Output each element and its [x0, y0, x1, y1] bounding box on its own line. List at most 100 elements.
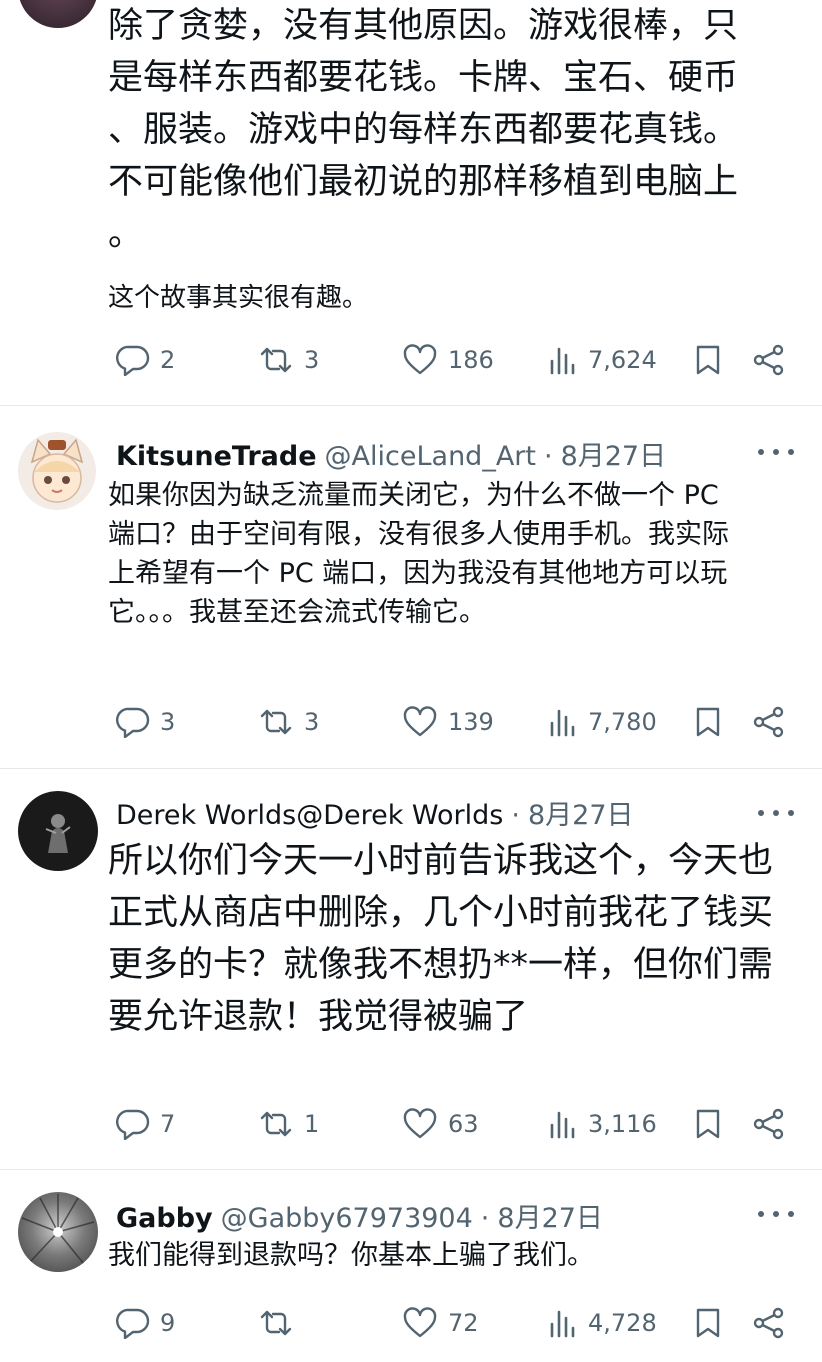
post-text-line: 正式从商店中删除，几个小时前我花了钱买 [108, 893, 774, 933]
post-text-line: 我们能得到退款吗？你基本上骗了我们。 [108, 1240, 594, 1271]
like-button[interactable]: 139 [402, 702, 494, 742]
post-text-line: 、服装。游戏中的每样东西都要花真钱。 [108, 110, 739, 150]
post-actions: 2 3 186 7,624 [0, 340, 822, 380]
reply-icon [116, 1308, 150, 1339]
views-button[interactable]: 7,624 [548, 340, 657, 380]
repost-count: 1 [304, 1110, 320, 1138]
post-text-line: 这个故事其实很有趣。 [108, 283, 369, 313]
bookmark-icon [696, 1109, 720, 1139]
repost-count: 3 [304, 346, 320, 374]
post-2: Derek Worlds @Derek Worlds · 8月27日 所以你们今… [0, 769, 822, 1169]
like-button[interactable]: 63 [402, 1104, 479, 1144]
post-date[interactable]: 8月27日 [528, 793, 634, 832]
like-count: 139 [448, 708, 494, 736]
bookmark-icon [696, 345, 720, 375]
views-count: 7,624 [588, 346, 657, 374]
post-3: Gabby @Gabby67973904 · 8月27日 我们能得到退款吗？你基… [0, 1170, 822, 1362]
separator-dot: · [511, 800, 520, 831]
reply-button[interactable]: 9 [116, 1303, 175, 1343]
more-icon-dot [773, 449, 779, 455]
reply-icon [116, 345, 150, 376]
bookmark-icon [696, 1308, 720, 1338]
bookmark-button[interactable] [694, 1303, 722, 1343]
views-icon [550, 1310, 575, 1338]
post-1: KitsuneTrade @AliceLand_Art · 8月27日 如果你因… [0, 406, 822, 768]
repost-button[interactable]: 3 [258, 340, 319, 380]
post-0: 除了贪婪，没有其他原因。游戏很棒，只 是每样东西都要花钱。卡牌、宝石、硬币 、服… [0, 0, 822, 404]
bookmark-button[interactable] [694, 1104, 722, 1144]
post-text: 所以你们今天一小时前告诉我这个，今天也 正式从商店中删除，几个小时前我花了钱买 … [108, 835, 773, 1043]
post-text-line: 更多的卡？就像我不想扔**一样，但你们需 [108, 945, 774, 985]
avatar[interactable] [18, 432, 96, 510]
share-button[interactable] [752, 340, 786, 380]
views-icon [550, 709, 575, 737]
avatar[interactable] [18, 1192, 98, 1272]
views-icon [550, 347, 575, 375]
share-button[interactable] [752, 702, 786, 742]
post-actions: 7 1 63 3,116 [0, 1104, 822, 1144]
user-handle[interactable]: @Derek Worlds [296, 800, 503, 831]
share-button[interactable] [752, 1104, 786, 1144]
avatar-photo-icon [45, 814, 71, 853]
post-header: KitsuneTrade @AliceLand_Art · 8月27日 [116, 434, 666, 473]
reply-count: 3 [160, 708, 176, 736]
more-button[interactable] [758, 442, 794, 462]
more-icon-dot [788, 810, 794, 816]
post-text-line: 除了贪婪，没有其他原因。游戏很棒，只 [108, 6, 739, 46]
like-count: 63 [448, 1110, 479, 1138]
post-header: Gabby @Gabby67973904 · 8月27日 [116, 1196, 603, 1235]
repost-button[interactable] [258, 1303, 304, 1343]
more-icon-dot [788, 449, 794, 455]
views-button[interactable]: 4,728 [548, 1303, 657, 1343]
avatar[interactable] [18, 0, 98, 28]
more-button[interactable] [758, 1204, 794, 1224]
reply-button[interactable]: 3 [116, 702, 175, 742]
reply-button[interactable]: 7 [116, 1104, 175, 1144]
reply-count: 7 [160, 1110, 176, 1138]
views-count: 3,116 [588, 1110, 657, 1138]
display-name[interactable]: Derek Worlds [116, 800, 296, 831]
like-button[interactable]: 186 [402, 340, 494, 380]
bookmark-button[interactable] [694, 340, 722, 380]
reply-icon [116, 707, 150, 738]
repost-button[interactable]: 3 [258, 702, 319, 742]
more-icon [758, 810, 764, 816]
post-actions: 3 3 139 7,780 [0, 702, 822, 742]
post-text-line: 所以你们今天一小时前告诉我这个，今天也 [108, 841, 774, 881]
bookmark-button[interactable] [694, 702, 722, 742]
share-icon [753, 706, 784, 738]
like-count: 72 [448, 1309, 479, 1337]
like-button[interactable]: 72 [402, 1303, 479, 1343]
more-button[interactable] [758, 803, 794, 823]
more-icon-dot [788, 1211, 794, 1217]
like-count: 186 [448, 346, 494, 374]
repost-icon [260, 347, 292, 373]
post-text-line: 是每样东西都要花钱。卡牌、宝石、硬币 [108, 58, 739, 98]
views-button[interactable]: 7,780 [548, 702, 657, 742]
post-text-line: 如果你因为缺乏流量而关闭它，为什么不做一个 PC [108, 480, 719, 511]
share-button[interactable] [752, 1303, 786, 1343]
repost-icon [260, 1111, 292, 1137]
share-icon [753, 1108, 784, 1140]
more-icon [758, 449, 764, 455]
avatar[interactable] [18, 791, 98, 871]
views-count: 4,728 [588, 1309, 657, 1337]
like-icon [403, 1307, 437, 1338]
views-button[interactable]: 3,116 [548, 1104, 657, 1144]
repost-icon [260, 709, 292, 735]
post-text-line: 它。。。我甚至还会流式传输它。 [108, 597, 486, 628]
like-icon [403, 706, 437, 737]
post-date[interactable]: 8月27日 [561, 434, 667, 473]
post-text-line: 上希望有一个 PC 端口，因为我没有其他地方可以玩 [108, 558, 728, 589]
user-handle[interactable]: @AliceLand_Art [325, 441, 536, 472]
reply-button[interactable]: 2 [116, 340, 175, 380]
repost-button[interactable]: 1 [258, 1104, 319, 1144]
display-name[interactable]: KitsuneTrade [116, 441, 317, 472]
user-handle[interactable]: @Gabby67973904 [221, 1203, 473, 1234]
display-name[interactable]: Gabby [116, 1203, 213, 1234]
post-date[interactable]: 8月27日 [497, 1196, 603, 1235]
bookmark-icon [696, 707, 720, 737]
post-text: 我们能得到退款吗？你基本上骗了我们。 [108, 1236, 594, 1275]
post-header: Derek Worlds @Derek Worlds · 8月27日 [116, 793, 634, 832]
post-text-line: 端口？由于空间有限，没有很多人使用手机。我实际 [108, 519, 729, 550]
